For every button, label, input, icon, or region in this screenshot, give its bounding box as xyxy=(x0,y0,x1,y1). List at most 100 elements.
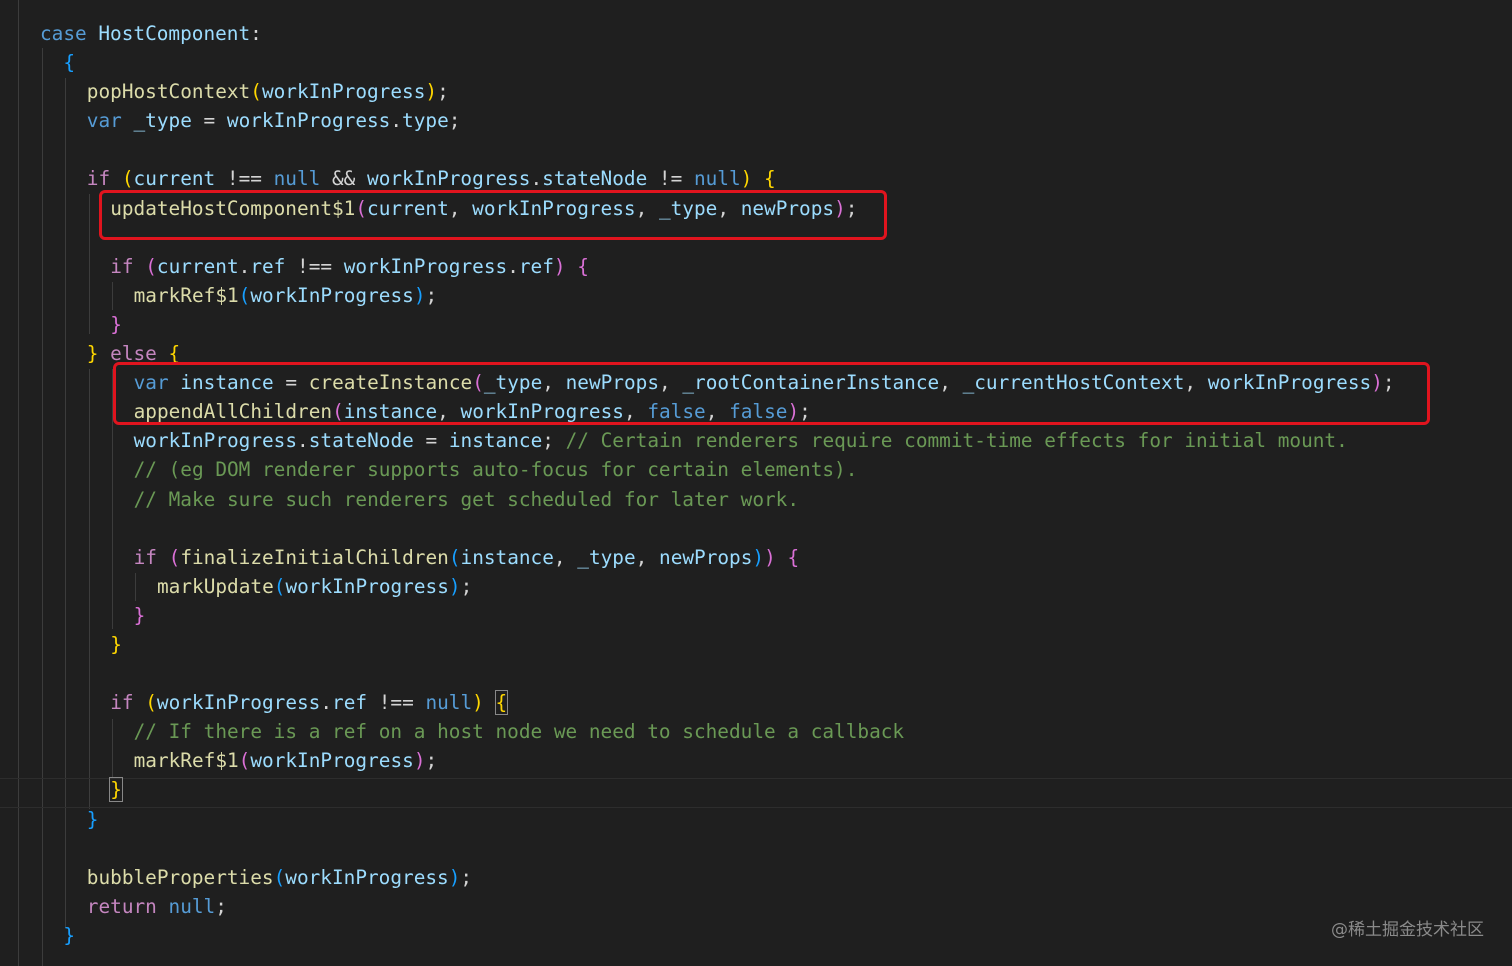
code-token: workInProgress xyxy=(285,574,449,598)
code-line[interactable]: // If there is a ref on a host node we n… xyxy=(0,717,1512,746)
code-token: ) xyxy=(740,167,765,191)
code-token: !== xyxy=(215,167,274,191)
code-token: current xyxy=(156,254,239,278)
code-token: = xyxy=(191,109,227,133)
code-token: markRef$1 xyxy=(133,283,239,307)
code-token: if xyxy=(110,254,146,278)
code-token: workInProgress xyxy=(343,254,508,278)
code-line[interactable]: } xyxy=(0,921,1512,950)
code-token: ref xyxy=(332,691,368,715)
code-token: if xyxy=(133,545,169,569)
code-token: ) xyxy=(413,283,426,307)
code-token: if xyxy=(86,167,122,191)
code-token: ( xyxy=(273,574,286,598)
code-line[interactable] xyxy=(0,135,1512,164)
code-token: markUpdate xyxy=(157,574,274,598)
code-token: workInProgress xyxy=(261,80,426,104)
code-token: bubbleProperties xyxy=(86,865,274,889)
code-token: finalizeInitialChildren xyxy=(180,545,449,569)
code-line[interactable]: // Make sure such renderers get schedule… xyxy=(0,485,1512,514)
code-token: current xyxy=(133,167,216,191)
code-token: ) xyxy=(764,545,788,569)
code-line[interactable]: } xyxy=(0,601,1512,630)
code-token: } xyxy=(86,342,111,366)
code-token: ; xyxy=(437,80,449,104)
code-token: // (eg DOM renderer supports auto-focus … xyxy=(133,458,858,482)
code-token: _type xyxy=(577,545,636,569)
code-lines[interactable]: case HostComponent:{popHostContext(workI… xyxy=(0,19,1512,950)
code-token: ; xyxy=(215,894,227,918)
code-token: null xyxy=(168,894,216,918)
code-token: type xyxy=(402,109,449,133)
code-token: null xyxy=(693,167,741,191)
code-token: } xyxy=(86,807,99,831)
code-line[interactable]: case HostComponent: xyxy=(0,19,1512,48)
code-line[interactable]: markRef$1(workInProgress); xyxy=(0,281,1512,310)
code-line[interactable]: if (workInProgress.ref !== null) { xyxy=(0,688,1512,717)
code-token: workInProgress xyxy=(285,865,449,889)
code-line[interactable]: } xyxy=(0,805,1512,834)
code-token: . xyxy=(390,109,403,133)
code-token: ( xyxy=(273,865,286,889)
code-line[interactable]: var _type = workInProgress.type; xyxy=(0,106,1512,135)
code-token: if xyxy=(110,691,146,715)
code-token: instance xyxy=(448,429,543,453)
code-token: ( xyxy=(448,545,461,569)
code-token: var xyxy=(86,109,134,133)
code-token: , xyxy=(553,545,578,569)
code-line[interactable]: if (finalizeInitialChildren(instance, _t… xyxy=(0,543,1512,572)
code-token: newProps xyxy=(659,545,753,569)
code-line[interactable]: workInProgress.stateNode = instance; // … xyxy=(0,426,1512,455)
code-token: . xyxy=(238,254,251,278)
code-token: . xyxy=(297,429,309,453)
code-token: workInProgress xyxy=(156,691,321,715)
code-token: ( xyxy=(168,545,181,569)
code-token: ; xyxy=(460,865,473,889)
code-line[interactable] xyxy=(0,659,1512,688)
code-line[interactable] xyxy=(0,834,1512,863)
code-line[interactable]: bubbleProperties(workInProgress); xyxy=(0,863,1512,892)
code-line[interactable] xyxy=(0,514,1512,543)
code-token: && xyxy=(320,167,368,191)
code-token: workInProgress xyxy=(367,167,531,191)
code-token: : xyxy=(250,22,262,45)
code-token: null xyxy=(425,691,473,715)
annotation-box-create-instance xyxy=(113,362,1430,425)
code-token: ) xyxy=(448,865,461,889)
code-token: workInProgress xyxy=(133,429,298,453)
code-line[interactable]: markUpdate(workInProgress); xyxy=(0,572,1512,601)
code-line[interactable]: popHostContext(workInProgress); xyxy=(0,77,1512,106)
code-token: ) xyxy=(472,691,496,715)
code-token: workInProgress xyxy=(226,109,391,133)
code-token: ) xyxy=(413,749,426,773)
code-token: instance xyxy=(460,545,554,569)
watermark: @稀土掘金技术社区 xyxy=(1331,920,1484,940)
code-token: popHostContext xyxy=(86,80,251,104)
code-line[interactable]: { xyxy=(0,48,1512,77)
code-line[interactable]: markRef$1(workInProgress); xyxy=(0,746,1512,775)
code-token: ( xyxy=(250,80,262,104)
code-token: ( xyxy=(145,254,157,278)
code-token: ref xyxy=(250,254,286,278)
code-token: } xyxy=(109,777,123,803)
code-token: ; xyxy=(425,749,438,773)
code-token: { xyxy=(787,545,800,569)
code-token: . xyxy=(530,167,543,191)
code-token: ; xyxy=(425,283,438,307)
code-token: !== xyxy=(367,691,426,715)
code-editor[interactable]: case HostComponent:{popHostContext(workI… xyxy=(0,0,1512,966)
code-line[interactable]: if (current.ref !== workInProgress.ref) … xyxy=(0,252,1512,281)
code-line[interactable]: } xyxy=(0,775,1512,804)
code-token: markRef$1 xyxy=(133,749,239,773)
code-token: . xyxy=(320,691,333,715)
code-line[interactable]: } xyxy=(0,630,1512,659)
code-token: ) xyxy=(448,574,461,598)
code-line[interactable]: // (eg DOM renderer supports auto-focus … xyxy=(0,455,1512,484)
code-token: } xyxy=(110,632,122,656)
code-line[interactable]: } xyxy=(0,310,1512,339)
code-token: } xyxy=(63,923,76,947)
code-line[interactable]: return null; xyxy=(0,892,1512,921)
code-token: } xyxy=(110,312,122,336)
code-token: ; xyxy=(448,109,461,133)
code-token: case xyxy=(40,22,99,45)
